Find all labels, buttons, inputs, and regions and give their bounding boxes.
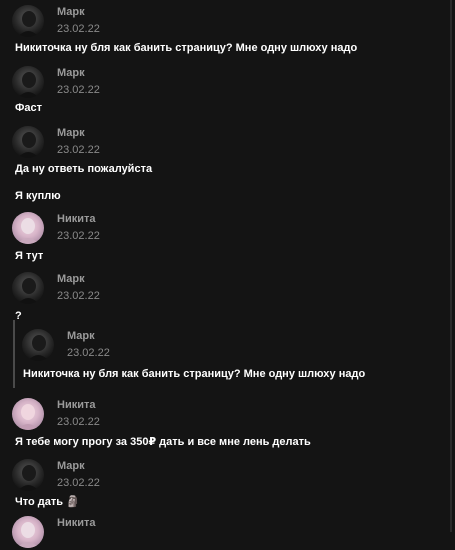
message-text: Фаст xyxy=(15,102,43,114)
message-date: 23.02.22 xyxy=(57,416,100,428)
message-date: 23.02.22 xyxy=(57,23,100,35)
author-name[interactable]: Никита xyxy=(57,516,95,530)
message-text: Я куплю xyxy=(15,190,61,202)
avatar[interactable] xyxy=(12,272,44,304)
author-name[interactable]: Марк xyxy=(67,329,110,343)
message-header: Марк 23.02.22 xyxy=(22,329,110,363)
avatar[interactable] xyxy=(12,398,44,430)
avatar[interactable] xyxy=(12,459,44,491)
avatar[interactable] xyxy=(12,126,44,158)
message-header: Никита 23.02.22 xyxy=(12,398,100,432)
author-name[interactable]: Марк xyxy=(57,459,100,473)
message-text: Я тут xyxy=(15,250,44,262)
avatar[interactable] xyxy=(12,66,44,98)
message-date: 23.02.22 xyxy=(57,230,100,242)
quoted-message[interactable]: Марк 23.02.22 Никиточка ну бля как банит… xyxy=(13,320,435,388)
author-name[interactable]: Марк xyxy=(57,126,100,140)
message-date: 23.02.22 xyxy=(57,290,100,302)
author-name[interactable]: Марк xyxy=(57,66,100,80)
avatar[interactable] xyxy=(12,212,44,244)
message-header: Никита 23.02.22 xyxy=(12,212,100,246)
author-name[interactable]: Никита xyxy=(57,212,100,226)
message-text: Никиточка ну бля как банить страницу? Мн… xyxy=(23,368,366,380)
message-date: 23.02.22 xyxy=(57,477,100,489)
message-text: Что дать 🗿 xyxy=(15,496,80,508)
message-header: Марк 23.02.22 xyxy=(12,5,100,39)
message-header: Марк 23.02.22 xyxy=(12,272,100,306)
avatar[interactable] xyxy=(12,5,44,37)
message-header: Марк 23.02.22 xyxy=(12,126,100,160)
message-text: Да ну ответь пожалуйста xyxy=(15,163,153,175)
message-date: 23.02.22 xyxy=(57,144,100,156)
message-header: Марк 23.02.22 xyxy=(12,459,100,493)
avatar[interactable] xyxy=(12,516,44,548)
message-header: Никита xyxy=(12,516,95,550)
author-name[interactable]: Марк xyxy=(57,272,100,286)
author-name[interactable]: Никита xyxy=(57,398,100,412)
message-date: 23.02.22 xyxy=(57,84,100,96)
message-text: Никиточка ну бля как банить страницу? Мн… xyxy=(15,42,358,54)
author-name[interactable]: Марк xyxy=(57,5,100,19)
message-text: Я тебе могу прогу за 350₽ дать и все мне… xyxy=(15,436,311,448)
scrollbar[interactable] xyxy=(450,0,452,532)
message-date: 23.02.22 xyxy=(67,347,110,359)
avatar[interactable] xyxy=(22,329,54,361)
message-header: Марк 23.02.22 xyxy=(12,66,100,100)
